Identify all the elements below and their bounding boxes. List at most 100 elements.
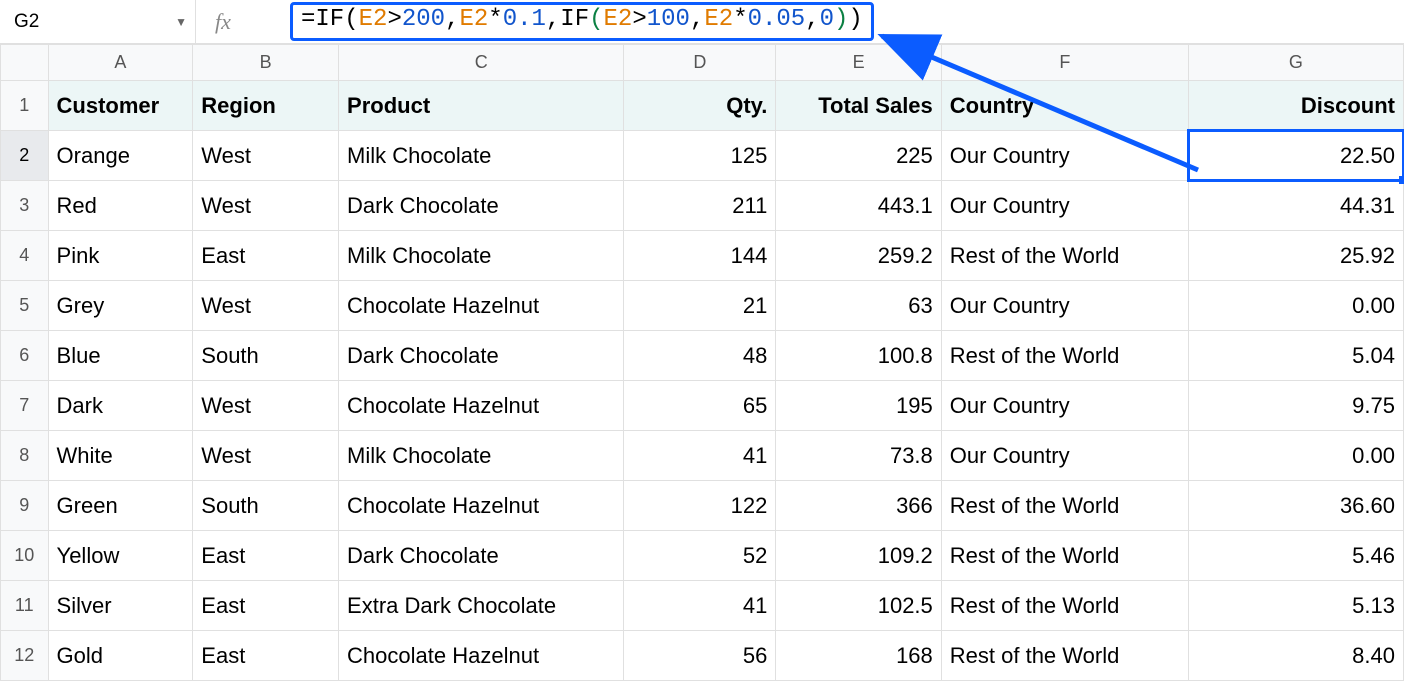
data-cell[interactable]: Blue bbox=[48, 331, 193, 381]
data-cell[interactable]: South bbox=[193, 331, 339, 381]
active-cell[interactable]: 22.50 bbox=[1188, 131, 1403, 181]
data-cell[interactable]: White bbox=[48, 431, 193, 481]
data-cell[interactable]: West bbox=[193, 431, 339, 481]
data-cell[interactable]: Rest of the World bbox=[941, 631, 1188, 681]
data-cell[interactable]: 443.1 bbox=[776, 181, 941, 231]
data-cell[interactable]: Chocolate Hazelnut bbox=[339, 631, 624, 681]
data-cell[interactable]: 109.2 bbox=[776, 531, 941, 581]
data-cell[interactable]: Pink bbox=[48, 231, 193, 281]
row-header[interactable]: 9 bbox=[1, 481, 49, 531]
data-cell[interactable]: Extra Dark Chocolate bbox=[339, 581, 624, 631]
data-cell[interactable]: 52 bbox=[624, 531, 776, 581]
data-cell[interactable]: 5.13 bbox=[1188, 581, 1403, 631]
data-cell[interactable]: 366 bbox=[776, 481, 941, 531]
column-header[interactable]: G bbox=[1188, 45, 1403, 81]
data-cell[interactable]: 259.2 bbox=[776, 231, 941, 281]
column-header[interactable]: E bbox=[776, 45, 941, 81]
name-box-dropdown-icon[interactable]: ▼ bbox=[167, 15, 195, 29]
data-cell[interactable]: Gold bbox=[48, 631, 193, 681]
data-cell[interactable]: 225 bbox=[776, 131, 941, 181]
formula-bar[interactable]: =IF(E2>200,E2*0.1,IF(E2>100,E2*0.05,0)) bbox=[290, 2, 874, 41]
data-cell[interactable]: 25.92 bbox=[1188, 231, 1403, 281]
data-cell[interactable]: Dark bbox=[48, 381, 193, 431]
spreadsheet-grid[interactable]: ABCDEFG 1CustomerRegionProductQty.Total … bbox=[0, 44, 1404, 681]
data-cell[interactable]: Dark Chocolate bbox=[339, 331, 624, 381]
header-cell[interactable]: Discount bbox=[1188, 81, 1403, 131]
data-cell[interactable]: Milk Chocolate bbox=[339, 231, 624, 281]
data-cell[interactable]: 5.46 bbox=[1188, 531, 1403, 581]
row-header[interactable]: 12 bbox=[1, 631, 49, 681]
data-cell[interactable]: Chocolate Hazelnut bbox=[339, 281, 624, 331]
row-header[interactable]: 10 bbox=[1, 531, 49, 581]
data-cell[interactable]: 122 bbox=[624, 481, 776, 531]
data-cell[interactable]: 21 bbox=[624, 281, 776, 331]
data-cell[interactable]: Milk Chocolate bbox=[339, 131, 624, 181]
data-cell[interactable]: 56 bbox=[624, 631, 776, 681]
data-cell[interactable]: Grey bbox=[48, 281, 193, 331]
data-cell[interactable]: 44.31 bbox=[1188, 181, 1403, 231]
data-cell[interactable]: 125 bbox=[624, 131, 776, 181]
row-header[interactable]: 6 bbox=[1, 331, 49, 381]
data-cell[interactable]: 0.00 bbox=[1188, 281, 1403, 331]
data-cell[interactable]: Red bbox=[48, 181, 193, 231]
row-header[interactable]: 3 bbox=[1, 181, 49, 231]
data-cell[interactable]: 5.04 bbox=[1188, 331, 1403, 381]
row-header[interactable]: 5 bbox=[1, 281, 49, 331]
data-cell[interactable]: South bbox=[193, 481, 339, 531]
data-cell[interactable]: West bbox=[193, 131, 339, 181]
column-header[interactable]: B bbox=[193, 45, 339, 81]
data-cell[interactable]: Rest of the World bbox=[941, 231, 1188, 281]
data-cell[interactable]: 100.8 bbox=[776, 331, 941, 381]
data-cell[interactable]: 0.00 bbox=[1188, 431, 1403, 481]
data-cell[interactable]: Rest of the World bbox=[941, 331, 1188, 381]
data-cell[interactable]: East bbox=[193, 531, 339, 581]
data-cell[interactable]: East bbox=[193, 631, 339, 681]
data-cell[interactable]: 102.5 bbox=[776, 581, 941, 631]
header-cell[interactable]: Region bbox=[193, 81, 339, 131]
data-cell[interactable]: Silver bbox=[48, 581, 193, 631]
data-cell[interactable]: Our Country bbox=[941, 381, 1188, 431]
data-cell[interactable]: 73.8 bbox=[776, 431, 941, 481]
header-cell[interactable]: Country bbox=[941, 81, 1188, 131]
header-cell[interactable]: Product bbox=[339, 81, 624, 131]
row-header[interactable]: 2 bbox=[1, 131, 49, 181]
header-cell[interactable]: Customer bbox=[48, 81, 193, 131]
data-cell[interactable]: Our Country bbox=[941, 431, 1188, 481]
data-cell[interactable]: Yellow bbox=[48, 531, 193, 581]
data-cell[interactable]: 211 bbox=[624, 181, 776, 231]
data-cell[interactable]: 48 bbox=[624, 331, 776, 381]
data-cell[interactable]: 195 bbox=[776, 381, 941, 431]
data-cell[interactable]: Dark Chocolate bbox=[339, 181, 624, 231]
column-header[interactable]: A bbox=[48, 45, 193, 81]
data-cell[interactable]: Rest of the World bbox=[941, 481, 1188, 531]
data-cell[interactable]: Orange bbox=[48, 131, 193, 181]
row-header[interactable]: 1 bbox=[1, 81, 49, 131]
data-cell[interactable]: West bbox=[193, 381, 339, 431]
data-cell[interactable]: Green bbox=[48, 481, 193, 531]
column-header[interactable]: F bbox=[941, 45, 1188, 81]
data-cell[interactable]: 41 bbox=[624, 581, 776, 631]
data-cell[interactable]: Chocolate Hazelnut bbox=[339, 481, 624, 531]
data-cell[interactable]: Rest of the World bbox=[941, 531, 1188, 581]
data-cell[interactable]: Milk Chocolate bbox=[339, 431, 624, 481]
data-cell[interactable]: West bbox=[193, 181, 339, 231]
data-cell[interactable]: 9.75 bbox=[1188, 381, 1403, 431]
header-cell[interactable]: Qty. bbox=[624, 81, 776, 131]
data-cell[interactable]: East bbox=[193, 581, 339, 631]
data-cell[interactable]: Rest of the World bbox=[941, 581, 1188, 631]
data-cell[interactable]: West bbox=[193, 281, 339, 331]
data-cell[interactable]: Chocolate Hazelnut bbox=[339, 381, 624, 431]
data-cell[interactable]: Our Country bbox=[941, 181, 1188, 231]
data-cell[interactable]: Our Country bbox=[941, 281, 1188, 331]
data-cell[interactable]: 65 bbox=[624, 381, 776, 431]
data-cell[interactable]: 63 bbox=[776, 281, 941, 331]
row-header[interactable]: 8 bbox=[1, 431, 49, 481]
name-box[interactable]: G2 ▼ bbox=[0, 0, 195, 43]
row-header[interactable]: 4 bbox=[1, 231, 49, 281]
data-cell[interactable]: 144 bbox=[624, 231, 776, 281]
data-cell[interactable]: Our Country bbox=[941, 131, 1188, 181]
data-cell[interactable]: 36.60 bbox=[1188, 481, 1403, 531]
column-header[interactable]: D bbox=[624, 45, 776, 81]
data-cell[interactable]: East bbox=[193, 231, 339, 281]
select-all-corner[interactable] bbox=[1, 45, 49, 81]
